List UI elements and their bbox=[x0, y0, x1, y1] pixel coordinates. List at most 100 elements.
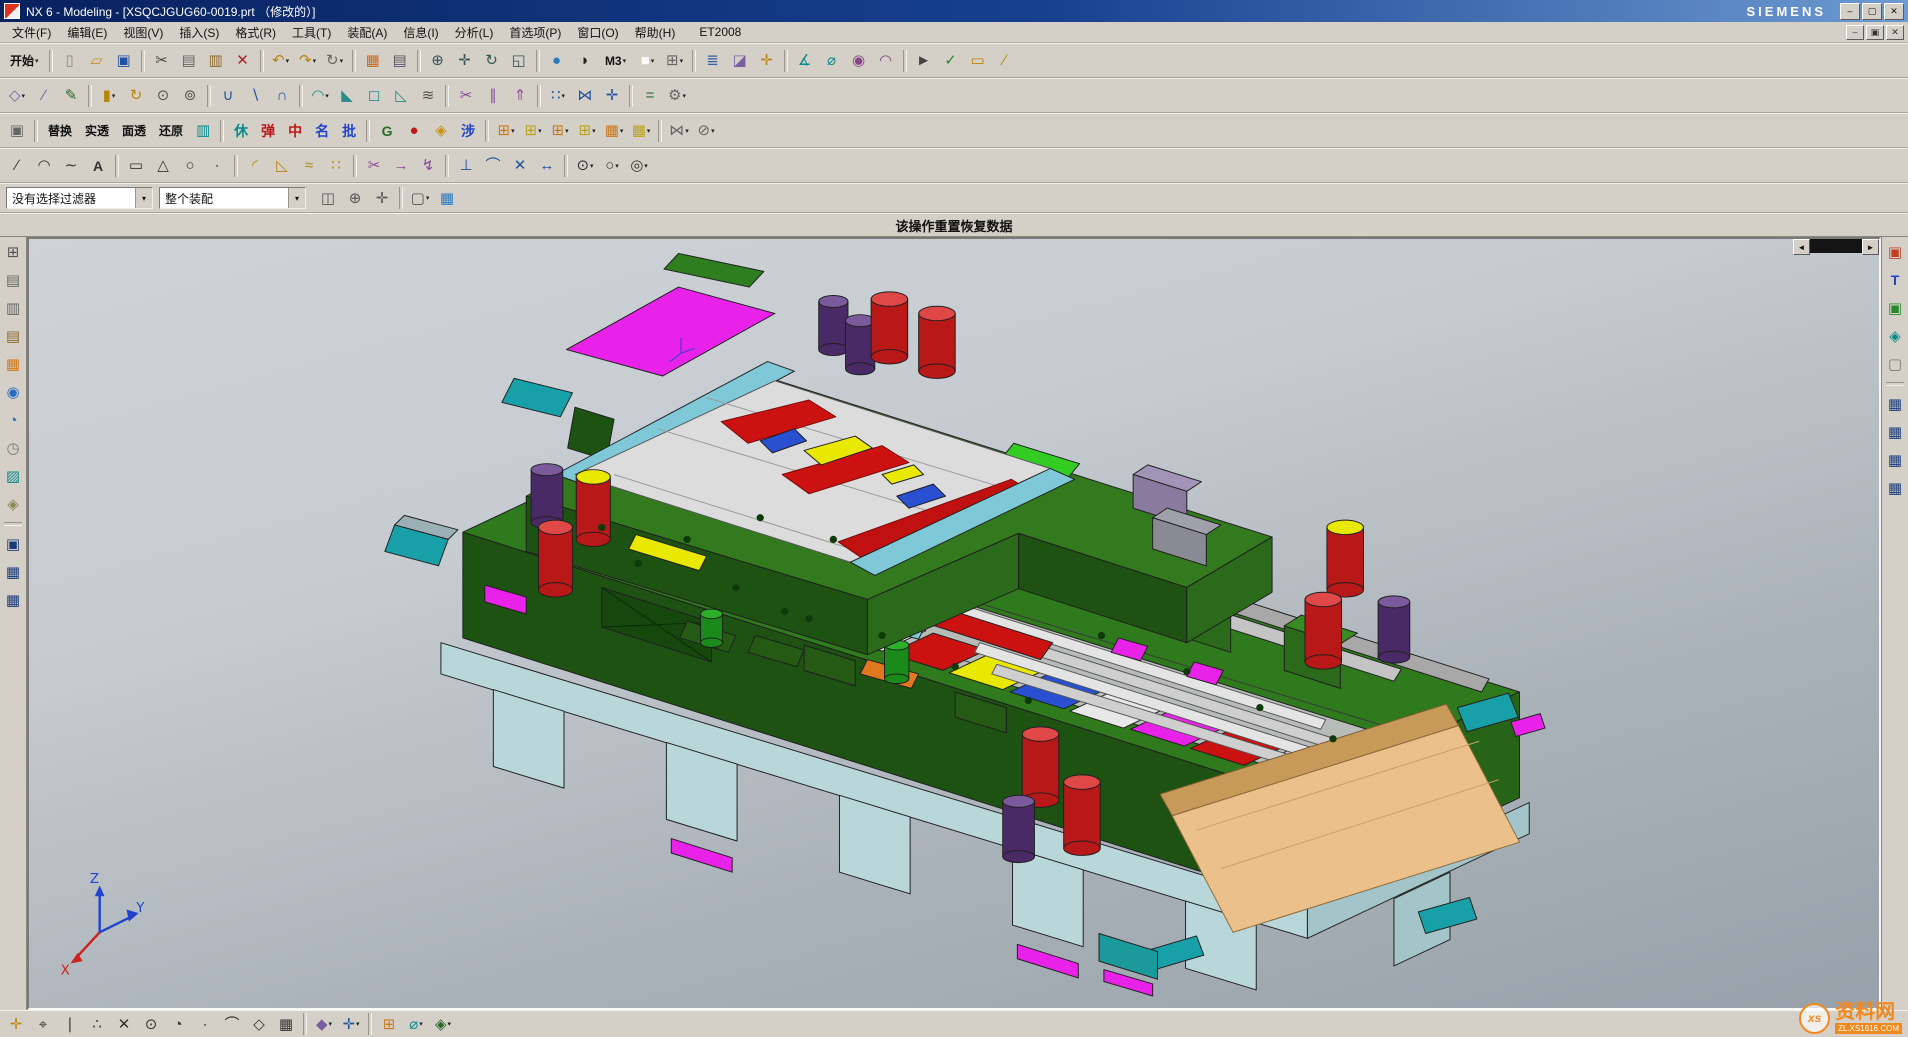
thread-icon[interactable]: ≋ bbox=[415, 82, 441, 110]
center-tool-icon[interactable]: 中 bbox=[282, 117, 308, 145]
true-shading-button[interactable]: 实透 bbox=[79, 117, 115, 145]
pattern-feature-icon[interactable]: ∷▾ bbox=[545, 82, 571, 110]
copy-icon[interactable]: ▤ bbox=[176, 47, 202, 75]
chamfer-icon[interactable]: ◣ bbox=[334, 82, 360, 110]
hd3d-tools-icon[interactable]: ◉ bbox=[1, 380, 25, 404]
expressions-icon[interactable]: = bbox=[637, 82, 663, 110]
menu-analysis[interactable]: 分析(L) bbox=[447, 23, 502, 42]
vault-icon[interactable]: ▦ bbox=[1, 560, 25, 584]
datum-axis-icon[interactable]: ∕ bbox=[31, 82, 57, 110]
intersect-icon[interactable]: ∩ bbox=[269, 82, 295, 110]
viewport-scrollbar[interactable]: ◄ ► bbox=[1793, 239, 1879, 253]
arc-center-icon[interactable]: ⊙ bbox=[138, 1012, 164, 1036]
bounded-grid-point-icon[interactable]: ▦ bbox=[273, 1012, 299, 1036]
suppress-tool-icon[interactable]: 休 bbox=[228, 117, 254, 145]
screenshot-grid-icon[interactable]: ▦ bbox=[360, 47, 386, 75]
palette-page-icon[interactable]: ▦ bbox=[1883, 392, 1907, 416]
menu-file[interactable]: 文件(F) bbox=[4, 23, 59, 42]
resource-bar-toggle-icon[interactable]: ⊞ bbox=[1, 240, 25, 264]
scroll-left-icon[interactable]: ◄ bbox=[1793, 239, 1810, 255]
scroll-right-icon[interactable]: ► bbox=[1862, 239, 1879, 255]
menu-preferences[interactable]: 首选项(P) bbox=[501, 23, 569, 42]
child-minimize-icon[interactable]: – bbox=[1846, 25, 1864, 40]
snap-angle-icon[interactable]: ◫ bbox=[315, 184, 341, 212]
process-studio-icon[interactable]: ◈ bbox=[1, 492, 25, 516]
spring-tool-icon[interactable]: 弹 bbox=[255, 117, 281, 145]
background-swatch-icon[interactable]: ■▾ bbox=[635, 47, 661, 75]
highlight-select-icon[interactable]: ▦ bbox=[434, 184, 460, 212]
gc-toolkit-icon[interactable]: G bbox=[374, 117, 400, 145]
render-style-icon[interactable]: ◑ bbox=[571, 47, 597, 75]
red-marker-icon[interactable]: ● bbox=[401, 117, 427, 145]
globe-icon[interactable]: ● bbox=[544, 47, 570, 75]
cut-icon[interactable]: ✂ bbox=[149, 47, 175, 75]
layer-settings-icon[interactable]: ≣ bbox=[700, 47, 726, 75]
interference-check-icon[interactable]: 涉 bbox=[455, 117, 481, 145]
polygon-icon[interactable]: △ bbox=[150, 152, 176, 180]
offset-surface-icon[interactable]: ⇑ bbox=[507, 82, 533, 110]
measure-angle-icon[interactable]: ∡ bbox=[792, 47, 818, 75]
face-translucency-button[interactable]: 面透 bbox=[116, 117, 152, 145]
maximize-button-icon[interactable]: ▢ bbox=[1862, 3, 1882, 20]
reuse-library-icon[interactable]: ▦ bbox=[1, 352, 25, 376]
draft-check-icon[interactable]: ∕ bbox=[992, 47, 1018, 75]
circle-center-icon[interactable]: ○▾ bbox=[599, 152, 625, 180]
trim-body-icon[interactable]: ✂ bbox=[453, 82, 479, 110]
library-icon[interactable]: ▦ bbox=[1, 588, 25, 612]
point-on-surface-icon[interactable]: ◇ bbox=[246, 1012, 272, 1036]
end-point-icon[interactable]: ⌖ bbox=[30, 1012, 56, 1036]
rectangle-select-icon[interactable]: ▢▾ bbox=[407, 184, 433, 212]
selection-scope-dropdown[interactable]: 整个装配 ▾ bbox=[159, 187, 306, 209]
mirror-assembly-icon[interactable]: ⋈▾ bbox=[666, 117, 692, 145]
menu-window[interactable]: 窗口(O) bbox=[569, 23, 626, 42]
child-close-icon[interactable]: ✕ bbox=[1886, 25, 1904, 40]
graphics-viewport[interactable]: Z Y X ◄ ► bbox=[27, 237, 1881, 1010]
component-pattern-icon[interactable]: ▦▾ bbox=[628, 117, 654, 145]
menu-view[interactable]: 视图(V) bbox=[115, 23, 171, 42]
open-folder-icon[interactable]: ▱ bbox=[84, 47, 110, 75]
pan-icon[interactable]: ✛ bbox=[452, 47, 478, 75]
name-tool-icon[interactable]: 名 bbox=[309, 117, 335, 145]
wcs-display-icon[interactable]: ✛ bbox=[754, 47, 780, 75]
object-analysis-icon[interactable]: ◉ bbox=[846, 47, 872, 75]
subtract-icon[interactable]: ∖ bbox=[242, 82, 268, 110]
clearance-analysis-icon[interactable]: ⊘▾ bbox=[693, 117, 719, 145]
tangent-constraint-icon[interactable]: ⌒ bbox=[480, 152, 506, 180]
interpart-link-icon[interactable]: ⊞ bbox=[376, 1012, 402, 1036]
sketch-icon[interactable]: ✎ bbox=[58, 82, 84, 110]
green-swatch-icon[interactable]: ▣ bbox=[1883, 296, 1907, 320]
selection-scope-arrow-icon[interactable]: ▾ bbox=[288, 188, 305, 208]
restore-button[interactable]: 还原 bbox=[153, 117, 189, 145]
existing-point-icon[interactable]: ∙ bbox=[192, 1012, 218, 1036]
child-restore-icon[interactable]: ▣ bbox=[1866, 25, 1884, 40]
close-button-icon[interactable]: ✕ bbox=[1884, 3, 1904, 20]
mid-point-icon[interactable]: ∣ bbox=[57, 1012, 83, 1036]
intersection-point-icon[interactable]: ✕ bbox=[111, 1012, 137, 1036]
perpendicular-constraint-icon[interactable]: ⊥ bbox=[453, 152, 479, 180]
validate-icon[interactable]: ✓ bbox=[938, 47, 964, 75]
datum-csys-icon[interactable]: ◆▾ bbox=[311, 1012, 337, 1036]
offset-curve-icon[interactable]: ≈ bbox=[296, 152, 322, 180]
replace-view-button[interactable]: 替换 bbox=[42, 117, 78, 145]
redo-icon[interactable]: ↷▾ bbox=[295, 47, 321, 75]
pattern-curve-icon[interactable]: ∷ bbox=[323, 152, 349, 180]
gray-swatch-icon[interactable]: ▢ bbox=[1883, 352, 1907, 376]
menu-assemblies[interactable]: 装配(A) bbox=[339, 23, 395, 42]
concentric-icon[interactable]: ◎▾ bbox=[626, 152, 652, 180]
extrude-icon[interactable]: ▮▾ bbox=[96, 82, 122, 110]
teal-swatch-icon[interactable]: ◈ bbox=[1883, 324, 1907, 348]
edit-feature-icon[interactable]: ⚙▾ bbox=[664, 82, 690, 110]
profile-line-icon[interactable]: ∕ bbox=[4, 152, 30, 180]
unite-icon[interactable]: ∪ bbox=[215, 82, 241, 110]
delete-icon[interactable]: ✕ bbox=[230, 47, 256, 75]
assembly-navigator-icon[interactable]: ▤ bbox=[1, 268, 25, 292]
menu-edit[interactable]: 编辑(E) bbox=[59, 23, 115, 42]
split-body-icon[interactable]: ∥ bbox=[480, 82, 506, 110]
sketch-text-icon[interactable]: A bbox=[85, 152, 111, 180]
menu-tools[interactable]: 工具(T) bbox=[284, 23, 339, 42]
dimension-icon[interactable]: ↔ bbox=[534, 152, 560, 180]
menu-insert[interactable]: 插入(S) bbox=[171, 23, 227, 42]
translucency-stripes-icon[interactable]: ▥ bbox=[190, 117, 216, 145]
find-component-icon[interactable]: ⊕ bbox=[342, 184, 368, 212]
quadrant-point-icon[interactable]: ◔ bbox=[165, 1012, 191, 1036]
